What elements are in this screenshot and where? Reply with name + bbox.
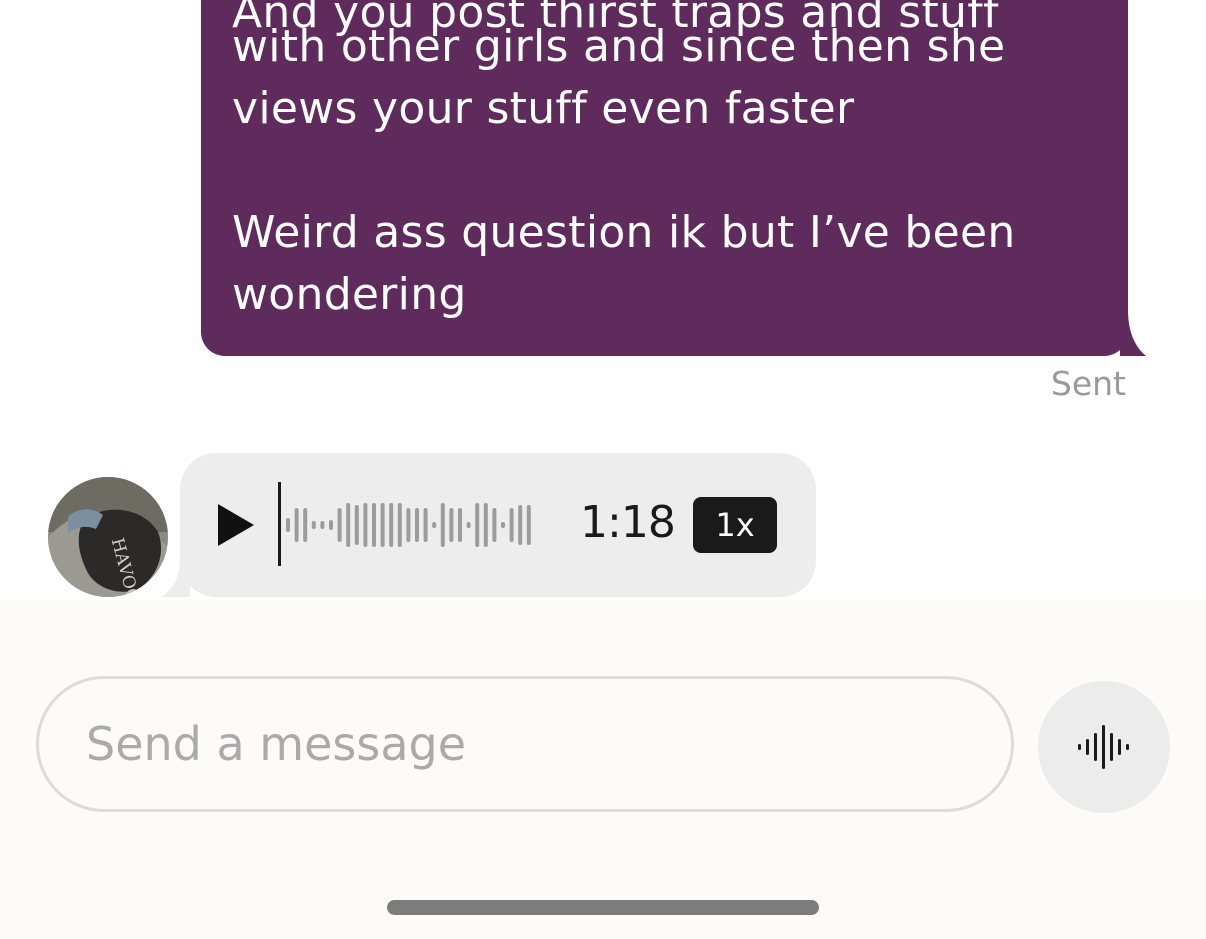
waveform-bar xyxy=(406,508,411,542)
waveform-bar xyxy=(380,503,385,547)
audio-waveform-icon xyxy=(1078,725,1129,769)
waveform-bar xyxy=(518,505,523,545)
waveform-bar xyxy=(501,522,505,528)
voice-message-bubble: 1:18 1x xyxy=(180,453,816,597)
message-line: with other girls and since then she xyxy=(232,21,1006,72)
message-line: views your stuff even faster xyxy=(232,83,855,134)
waveform-bar xyxy=(509,508,514,542)
waveform-bar xyxy=(311,521,316,529)
audio-waveform[interactable] xyxy=(286,499,536,551)
waveform-bar xyxy=(458,508,462,542)
play-icon xyxy=(218,504,254,546)
avatar-photo-icon: HAVOC xyxy=(48,477,168,597)
message-input[interactable] xyxy=(36,676,1014,812)
waveform-bar xyxy=(475,503,480,547)
waveform-bar xyxy=(337,508,342,542)
outgoing-message-bubble[interactable]: And you post thirst traps and stuff with… xyxy=(201,0,1128,356)
voice-record-button[interactable] xyxy=(1038,681,1170,813)
waveform-bar xyxy=(397,503,402,547)
voice-duration: 1:18 xyxy=(580,497,676,548)
waveform-bar xyxy=(329,520,333,530)
waveform-bar xyxy=(432,522,437,528)
waveform-bar xyxy=(483,503,488,547)
waveform-bar xyxy=(372,503,376,547)
waveform-bar xyxy=(526,505,531,545)
home-indicator[interactable] xyxy=(387,900,819,915)
message-line: Weird ass question ik but I’ve been xyxy=(232,207,1016,258)
waveform-bar xyxy=(363,503,368,547)
avatar[interactable]: HAVOC xyxy=(48,477,168,597)
outgoing-bubble-tail xyxy=(1120,310,1146,356)
waveform-bar xyxy=(466,522,471,528)
playback-speed-button[interactable]: 1x xyxy=(693,497,777,553)
waveform-bar xyxy=(320,521,325,529)
message-line: wondering xyxy=(232,269,467,320)
waveform-bar xyxy=(449,508,454,542)
waveform-bar xyxy=(415,508,419,542)
waveform-bar xyxy=(346,503,351,547)
message-status: Sent xyxy=(1050,364,1126,403)
waveform-bar xyxy=(286,518,290,532)
waveform-bar xyxy=(440,503,445,547)
waveform-bar xyxy=(389,503,394,547)
composer-bar xyxy=(0,600,1206,939)
waveform-bar xyxy=(294,508,299,542)
waveform-bar xyxy=(354,505,359,545)
chat-screen: And you post thirst traps and stuff with… xyxy=(0,0,1206,939)
play-button[interactable] xyxy=(216,502,256,548)
waveform-bar xyxy=(303,508,308,542)
playback-scrubber[interactable] xyxy=(278,482,281,566)
waveform-bar xyxy=(492,508,497,542)
waveform-bar xyxy=(423,508,428,542)
